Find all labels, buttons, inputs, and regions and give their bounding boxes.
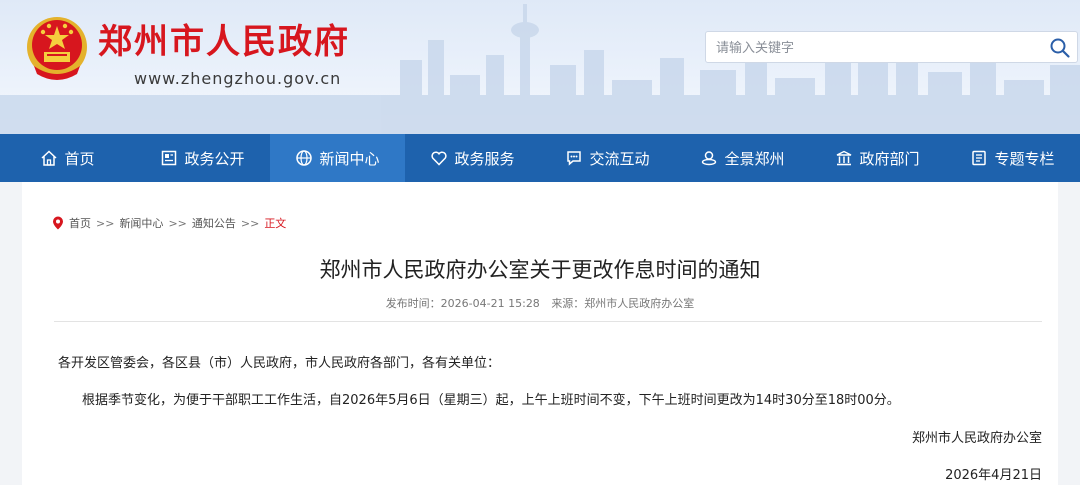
- publish-time: 发布时间：2026-04-21 15:28: [385, 297, 540, 310]
- breadcrumb-separator: >>: [240, 216, 260, 230]
- nav-item-label: 政务公开: [184, 149, 245, 168]
- nav-item-government-affairs[interactable]: 政务公开: [135, 134, 270, 182]
- heart-icon: [431, 151, 448, 166]
- article-meta: 发布时间：2026-04-21 15:28 来源：郑州市人民政府办公室: [22, 295, 1058, 311]
- breadcrumb: 首页 >> 新闻中心 >> 通知公告 >> 正文: [52, 215, 286, 231]
- book-icon: [972, 150, 987, 166]
- globe-icon: [296, 150, 313, 166]
- nav-item-departments[interactable]: 政府部门: [810, 134, 945, 182]
- nav-item-label: 首页: [64, 149, 95, 168]
- article-title: 郑州市人民政府办公室关于更改作息时间的通知: [319, 258, 761, 282]
- nav-item-special-topics[interactable]: 专题专栏: [945, 134, 1080, 182]
- search-input[interactable]: [714, 37, 1038, 59]
- nav-item-label: 交流互动: [589, 149, 650, 168]
- search-icon[interactable]: [1049, 37, 1071, 59]
- article-signature: 郑州市人民政府办公室: [911, 431, 1042, 446]
- breadcrumb-current: 正文: [264, 217, 287, 230]
- nav-item-government-services[interactable]: 政务服务: [405, 134, 540, 182]
- panorama-icon: [702, 151, 717, 166]
- chat-icon: [567, 151, 582, 166]
- nav-item-news-center[interactable]: 新闻中心: [270, 134, 405, 182]
- breadcrumb-home-link[interactable]: 首页: [69, 215, 91, 231]
- nav-item-panorama[interactable]: 全景郑州: [675, 134, 810, 182]
- nav-item-home[interactable]: 首页: [0, 134, 135, 182]
- article-source: 来源：郑州市人民政府办公室: [551, 297, 695, 310]
- nav-item-label: 政务服务: [454, 149, 515, 168]
- document-icon: [162, 150, 177, 166]
- national-emblem-icon: [27, 17, 87, 80]
- site-name[interactable]: 郑州市人民政府: [98, 20, 350, 64]
- building-icon: [837, 150, 852, 166]
- location-pin-icon: [53, 216, 63, 230]
- home-icon: [41, 150, 57, 166]
- search-box: [705, 31, 1078, 63]
- divider: [54, 321, 1042, 322]
- article-date: 2026年4月21日: [945, 468, 1042, 483]
- breadcrumb-separator: >>: [168, 216, 187, 230]
- breadcrumb-separator: >>: [96, 216, 115, 230]
- breadcrumb-news-link[interactable]: 新闻中心: [119, 215, 163, 231]
- main-nav: 首页 政务公开 新闻中心 政务服务 交流互动 全景郑州 政府部门 专题专栏: [0, 134, 1080, 182]
- article-container: 首页 >> 新闻中心 >> 通知公告 >> 正文 郑州市人民政府办公室关于更改作…: [22, 182, 1058, 485]
- nav-item-label: 新闻中心: [319, 149, 380, 168]
- article-recipients: 各开发区管委会，各区县（市）人民政府，市人民政府各部门，各有关单位：: [58, 356, 501, 371]
- nav-item-interaction[interactable]: 交流互动: [540, 134, 675, 182]
- article-body: 根据季节变化，为便于干部职工工作生活，自2026年5月6日（星期三）起，上午上班…: [82, 393, 900, 408]
- nav-item-label: 全景郑州: [724, 149, 785, 168]
- site-url: www.zhengzhou.gov.cn: [134, 69, 342, 88]
- breadcrumb-notices-link[interactable]: 通知公告: [192, 215, 236, 231]
- nav-item-label: 专题专栏: [994, 149, 1055, 168]
- nav-item-label: 政府部门: [859, 149, 920, 168]
- site-header: 郑州市人民政府 www.zhengzhou.gov.cn: [0, 0, 1080, 134]
